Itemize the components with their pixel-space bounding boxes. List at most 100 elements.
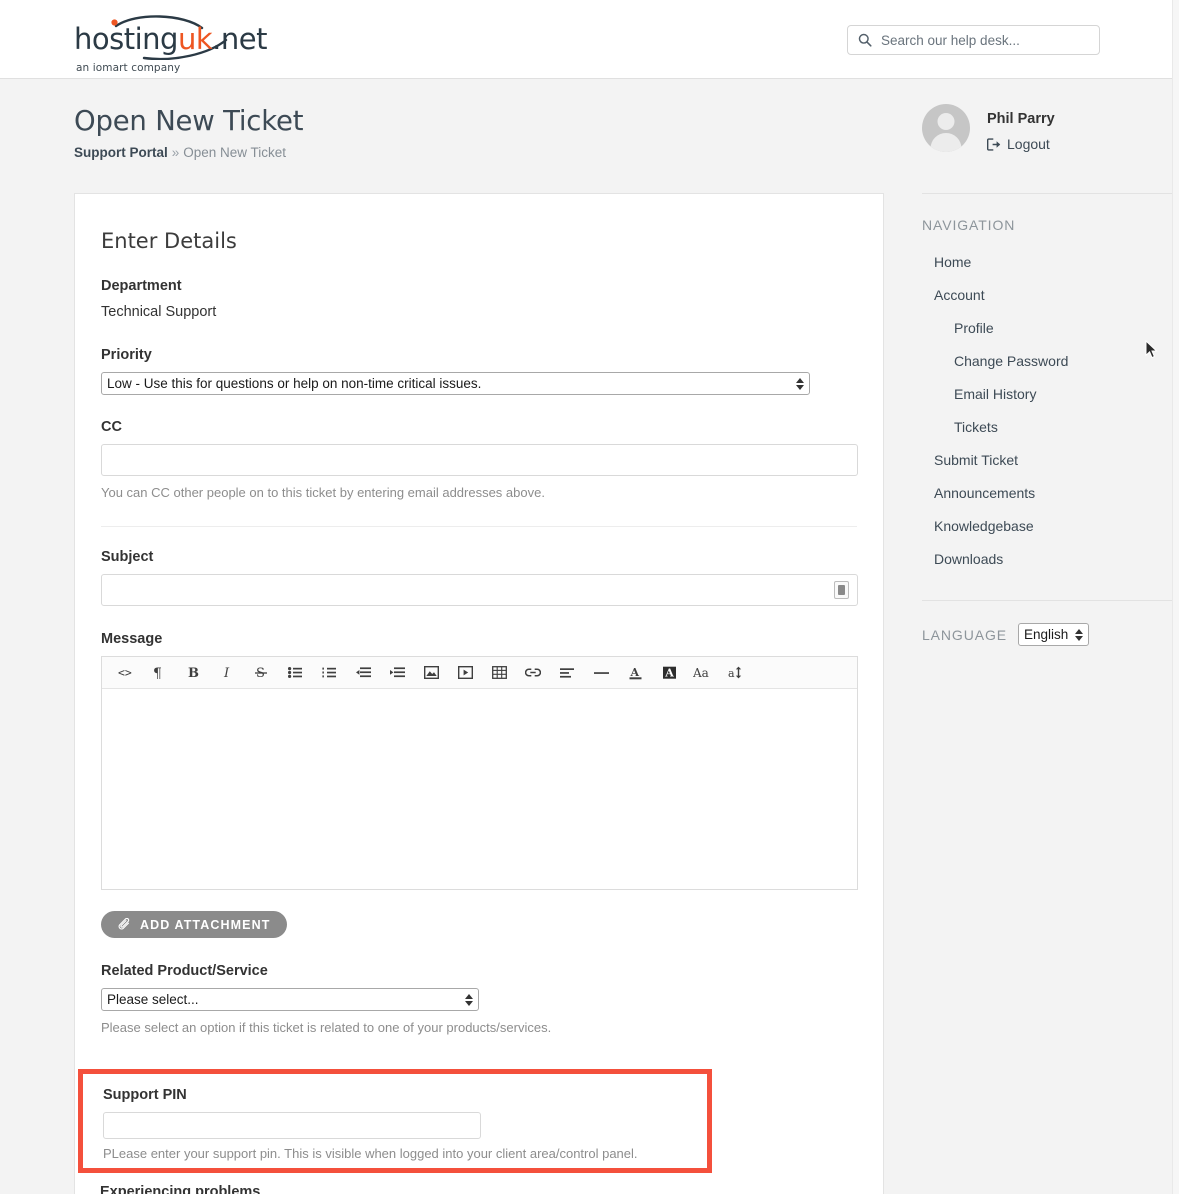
related-product-field: Related Product/Service Please select...… <box>101 962 857 1037</box>
priority-label: Priority <box>101 347 152 363</box>
svg-text:A: A <box>629 666 639 679</box>
subject-field: Subject <box>101 548 858 606</box>
background-color-icon[interactable]: A <box>652 658 686 688</box>
support-pin-input[interactable] <box>103 1112 481 1139</box>
navigation-list: Home Account Profile Change Password Ema… <box>922 246 1175 576</box>
sidebar-divider <box>922 193 1175 194</box>
related-product-label: Related Product/Service <box>101 963 268 979</box>
sidebar-item-account[interactable]: Account <box>922 279 1175 312</box>
sidebar-item-tickets[interactable]: Tickets <box>922 411 1175 444</box>
cc-label: CC <box>101 419 122 435</box>
breadcrumb-root-link[interactable]: Support Portal <box>74 145 168 160</box>
rich-text-editor: <> ¶ B I S <box>101 656 858 890</box>
unordered-list-icon[interactable] <box>278 658 312 688</box>
add-attachment-label: ADD ATTACHMENT <box>140 917 271 932</box>
help-desk-search[interactable] <box>847 25 1100 55</box>
video-icon[interactable] <box>448 658 482 688</box>
subject-input[interactable] <box>101 574 858 606</box>
search-input[interactable] <box>879 27 1079 53</box>
svg-text:¶: ¶ <box>153 666 162 680</box>
svg-text:A: A <box>664 666 674 679</box>
department-value: Technical Support <box>101 304 217 320</box>
logout-label: Logout <box>1007 136 1050 152</box>
sidebar-item-change-password[interactable]: Change Password <box>922 345 1175 378</box>
svg-text:a: a <box>728 667 735 679</box>
select-arrows-icon <box>465 993 473 1006</box>
page-title: Open New Ticket <box>74 105 304 137</box>
sidebar-item-knowledgebase[interactable]: Knowledgebase <box>922 510 1175 543</box>
breadcrumb-separator: » <box>171 145 180 160</box>
sidebar-item-announcements[interactable]: Announcements <box>922 477 1175 510</box>
site-logo[interactable]: hostinguk.net an iomart company <box>74 14 334 74</box>
logo-wordmark: hostinguk.net <box>74 22 267 56</box>
priority-select[interactable]: Low - Use this for questions or help on … <box>101 372 810 395</box>
outdent-icon[interactable] <box>346 658 380 688</box>
logo-part-3: .net <box>212 22 267 56</box>
breadcrumb: Support Portal» Open New Ticket <box>74 144 303 162</box>
paperclip-icon <box>118 918 131 931</box>
department-field: Department Technical Support <box>101 277 857 322</box>
svg-text:Aa: Aa <box>693 666 709 679</box>
user-block: Phil Parry Logout <box>922 104 1175 170</box>
svg-text:B: B <box>188 666 199 679</box>
select-arrows-icon <box>1075 628 1084 641</box>
font-size-icon[interactable]: Aa <box>686 658 720 688</box>
avatar-placeholder-icon <box>922 104 970 152</box>
user-name: Phil Parry <box>987 111 1055 127</box>
horizontal-rule-icon[interactable] <box>584 658 618 688</box>
logo-tagline: an iomart company <box>76 62 181 74</box>
language-selected-value: English <box>1024 627 1069 642</box>
logo-part-1: hosting <box>74 22 178 56</box>
language-label: LANGUAGE <box>922 626 1007 643</box>
select-arrows-icon <box>796 377 804 390</box>
bold-icon[interactable]: B <box>176 658 210 688</box>
message-editor-body[interactable] <box>102 689 857 889</box>
support-pin-help-text: PLease enter your support pin. This is v… <box>103 1146 638 1161</box>
ordered-list-icon[interactable] <box>312 658 346 688</box>
sidebar-item-submit-ticket[interactable]: Submit Ticket <box>922 444 1175 477</box>
align-icon[interactable] <box>550 658 584 688</box>
line-height-icon[interactable]: a <box>720 658 754 688</box>
cc-input[interactable] <box>101 444 858 476</box>
indent-icon[interactable] <box>380 658 414 688</box>
strikethrough-icon[interactable]: S <box>244 658 278 688</box>
sidebar-divider-2 <box>922 600 1175 601</box>
svg-text:<>: <> <box>118 666 132 679</box>
page-scrollbar[interactable] <box>1172 0 1179 1194</box>
form-divider <box>101 526 857 527</box>
table-icon[interactable] <box>482 658 516 688</box>
italic-icon[interactable]: I <box>210 658 244 688</box>
text-color-icon[interactable]: A <box>618 658 652 688</box>
password-manager-icon[interactable] <box>834 581 849 599</box>
support-pin-label: Support PIN <box>103 1087 187 1103</box>
image-icon[interactable] <box>414 658 448 688</box>
language-select[interactable]: English <box>1018 623 1090 646</box>
paragraph-icon[interactable]: ¶ <box>142 658 176 688</box>
logout-icon <box>987 137 1001 151</box>
breadcrumb-current: Open New Ticket <box>183 145 287 160</box>
sidebar-item-profile[interactable]: Profile <box>922 312 1175 345</box>
department-label: Department <box>101 278 182 294</box>
sidebar-item-home[interactable]: Home <box>922 246 1175 279</box>
sidebar-item-email-history[interactable]: Email History <box>922 378 1175 411</box>
priority-selected-value: Low - Use this for questions or help on … <box>107 376 482 391</box>
message-field: Message <> ¶ B I S <box>101 630 858 890</box>
editor-toolbar: <> ¶ B I S <box>102 657 857 689</box>
subject-label: Subject <box>101 549 154 565</box>
link-icon[interactable] <box>516 658 550 688</box>
related-product-select[interactable]: Please select... <box>101 988 479 1011</box>
svg-text:I: I <box>223 666 230 679</box>
page-head: Open New Ticket Support Portal» Open New … <box>74 104 303 162</box>
right-sidebar: Phil Parry Logout NAVIGATION Home Accoun… <box>922 104 1175 646</box>
code-view-icon[interactable]: <> <box>108 658 142 688</box>
sidebar-item-downloads[interactable]: Downloads <box>922 543 1175 576</box>
support-pin-highlight: Support PIN PLease enter your support pi… <box>78 1069 712 1173</box>
cc-field: CC You can CC other people on to this ti… <box>101 418 858 502</box>
section-title: Enter Details <box>101 229 237 253</box>
logout-button[interactable]: Logout <box>987 136 1055 152</box>
search-icon <box>858 33 872 47</box>
navigation-heading: NAVIGATION <box>922 217 1016 233</box>
related-product-selected-value: Please select... <box>107 992 199 1007</box>
logo-part-2: uk <box>177 22 213 56</box>
add-attachment-button[interactable]: ADD ATTACHMENT <box>101 911 288 938</box>
